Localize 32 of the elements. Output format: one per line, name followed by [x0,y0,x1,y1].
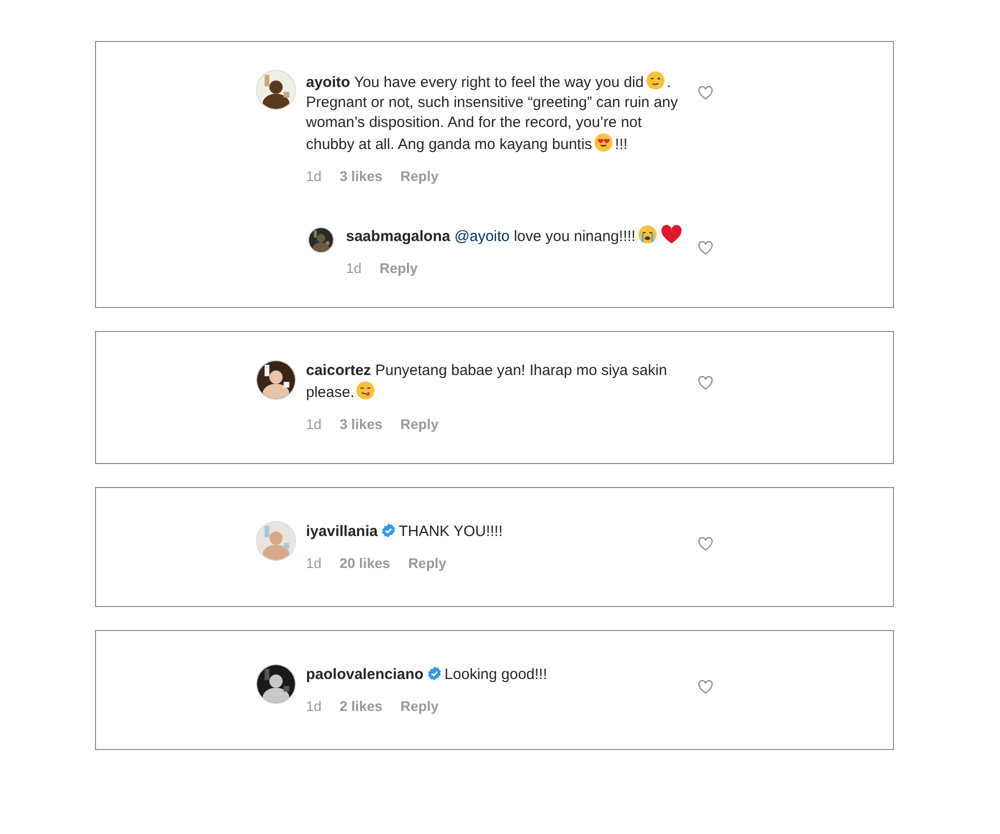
comment-text: iyavillania THANK YOU!!!! [306,522,504,542]
likes-count[interactable]: 3 likes [340,166,382,187]
like-heart-icon[interactable] [698,680,713,694]
crying-emoji-icon [638,225,657,244]
likes-count[interactable]: 20 likes [340,552,390,574]
comment-time: 1d [306,415,322,434]
tongue-out-emoji-icon [356,381,376,400]
comment-text: ayoito You have every right to feel the way you did . Pregnant or not, such insensitive “greeting” can ruin any woman’s disposition. And for the record, you’re not chubby at all. Ang ganda mo kayang buntis !!! [306,71,688,155]
reply-button[interactable]: Reply [408,552,446,574]
likes-count[interactable]: 3 likes [340,414,382,435]
verified-badge-icon [380,522,396,538]
heart-emoji-icon [660,225,682,244]
comment-time: 1d [346,259,362,278]
like-heart-icon[interactable] [698,536,713,550]
comment-text: caicortez Punyetang babae yan! Iharap mo siya sakin please. [306,361,668,403]
reply-button[interactable]: Reply [400,696,439,716]
reply-button[interactable]: Reply [400,166,439,187]
heart-eyes-emoji-icon [594,133,614,152]
like-heart-icon[interactable] [698,86,713,100]
likes-count[interactable]: 2 likes [340,696,382,716]
reply-button[interactable]: Reply [400,414,439,435]
reply-button[interactable]: Reply [380,258,418,279]
comment-time: 1d [306,167,322,186]
like-heart-icon[interactable] [698,241,713,255]
comment-time: 1d [306,554,322,572]
comment-text: saabmagalona @ayoito love you ninang!!!! [346,225,686,247]
like-heart-icon[interactable] [698,376,713,390]
comment-text: paolovalenciano Looking good!!! [306,664,548,684]
winking-emoji-icon [646,71,665,90]
mention-link[interactable]: @ayoito [454,228,510,245]
comment-time: 1d [306,696,322,716]
verified-badge-icon [426,666,442,680]
